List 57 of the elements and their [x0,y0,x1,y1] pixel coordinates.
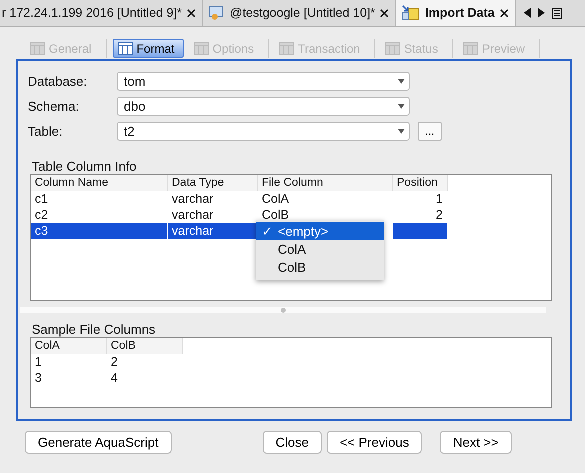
dropdown-arrow-icon [398,79,405,84]
right-arrow-icon[interactable] [538,8,545,18]
editor-tab[interactable]: r 172.24.1.199 2016 [Untitled 9]* [0,0,203,26]
table-cell-text: 2 [435,207,444,223]
close-icon[interactable] [500,8,509,18]
table-cell-text: varchar [171,207,215,223]
close-icon[interactable] [380,8,390,18]
dialog-button[interactable]: Close [262,431,322,454]
dialog-button[interactable]: Generate AquaScript [25,431,172,454]
editor-tab[interactable]: Import Data [396,0,516,26]
table-cell-text: 4 [110,370,119,386]
table-cell-text: 3 [34,370,43,386]
dialog-button[interactable]: << Previous [326,431,422,454]
grid-icon [279,42,294,55]
menu-icon[interactable] [552,8,562,18]
column-header[interactable]: ColA [31,338,107,354]
table-cell-text: c2 [34,207,50,223]
column-header[interactable]: Data Type [168,175,258,191]
dropdown-field[interactable]: tom [117,72,410,91]
table-cell: c3 [31,223,167,239]
field-label: Table: [28,124,64,139]
editor-tab[interactable]: @testgoogle [Untitled 10]* [203,0,396,26]
table-cell-text: varchar [171,191,215,207]
column-header[interactable]: Column Name [31,175,168,191]
wizard-tab[interactable]: Format [112,39,184,58]
table-cell-text: ColB [261,207,290,223]
grid-icon [118,42,133,55]
grid-icon [194,42,209,55]
section-title: Table Column Info [32,159,138,174]
table-cell [393,223,447,239]
grid-icon [385,42,400,55]
table-cell: varchar [168,223,257,239]
dropdown-arrow-icon [398,104,405,109]
import-icon [402,5,420,21]
table-cell-text: ColA [261,191,290,207]
grid-icon [463,42,478,55]
dropdown-field[interactable]: dbo [117,97,410,116]
table-cell-text: 1 [34,354,43,370]
close-icon[interactable] [187,8,196,18]
field-label: Database: [28,74,88,89]
section-title: Sample File Columns [32,322,157,337]
menu-item[interactable]: ColB [256,258,384,276]
dialog-button[interactable]: Next >> [440,431,512,454]
table-cell-text: 2 [110,354,119,370]
dropdown-arrow-icon [398,129,405,134]
column-header[interactable]: Position [393,175,448,191]
column-header[interactable]: File Column [258,175,393,191]
table-cell-text: 1 [435,191,444,207]
menu-item[interactable]: ColA [256,240,384,258]
browse-button[interactable]: ... [418,122,442,141]
table-cell-text: c1 [34,191,50,207]
column-header[interactable]: ColB [107,338,183,354]
left-arrow-icon[interactable] [524,8,531,18]
grid-icon [30,42,45,55]
menu-item[interactable]: ✓ <empty> [256,222,384,240]
dropdown-field[interactable]: t2 [117,122,410,141]
field-label: Schema: [28,99,80,114]
